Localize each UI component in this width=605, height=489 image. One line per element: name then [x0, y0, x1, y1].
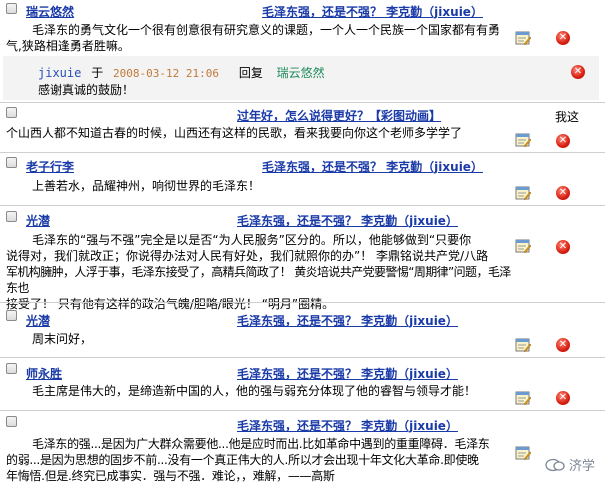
select-checkbox[interactable] [6, 3, 17, 14]
delete-icon[interactable]: ✕ [571, 65, 585, 79]
comment-line: 年悔悟.但是.终究已成事实．强与不强．难论，，难解，——高斯 [6, 469, 335, 483]
comment-line: 毛泽东的强...是因为广大群众需要他...他是应时而出.比如革命中遇到的重重障碍… [32, 437, 490, 451]
comment-line: 上善若水，品耀神州，响彻世界的毛泽东！ [32, 179, 261, 193]
comment-author[interactable]: 瑞云悠然 [26, 3, 74, 20]
divider [0, 410, 605, 411]
comment-line: 周末问好， [32, 332, 93, 346]
comment-line: 说得对，我们就改正；你说得办法对人民有好处，我们就照你的办”！ 李鼎铭说共产党/… [6, 249, 489, 263]
delete-icon[interactable]: ✕ [556, 186, 570, 200]
edit-icon[interactable] [515, 185, 531, 201]
comment-body: 个山西人都不知道古春的时候，山西还有这样的民歌，看来我要向你这个老师多学学了 [6, 125, 506, 141]
comment-body: 周末问好， [32, 331, 502, 347]
comment-author[interactable]: 师永胜 [26, 365, 62, 382]
reply-action: 回复 [238, 66, 263, 80]
delete-icon[interactable]: ✕ [556, 134, 570, 148]
select-checkbox[interactable] [6, 416, 17, 427]
edit-icon[interactable] [515, 390, 531, 406]
comment-line: 的弱...是因为思想的固步不前...没有一个真正伟大的人.所以才会出现十年文化大… [6, 453, 479, 467]
reply-text: 感谢真诚的鼓励！ [38, 83, 135, 97]
delete-icon[interactable]: ✕ [556, 391, 570, 405]
article-title-link[interactable]: 毛泽东强，还是不强？ 李克勤（jixuie） [237, 365, 458, 382]
divider [0, 102, 605, 103]
delete-icon[interactable]: ✕ [556, 240, 570, 254]
reply-date: 2008-03-12 21:06 [113, 67, 219, 80]
article-title-link[interactable]: 毛泽东强，还是不强？ 李克勤（jixuie） [237, 312, 458, 329]
select-checkbox[interactable] [6, 363, 17, 374]
edit-icon[interactable] [515, 337, 531, 353]
edit-icon[interactable] [515, 445, 531, 461]
comment-body: 毛泽东的强...是因为广大群众需要他...他是应时而出.比如革命中遇到的重重障碍… [6, 436, 511, 484]
divider [0, 357, 605, 358]
article-title-link[interactable]: 过年好，怎么说得更好？【彩图动画】 [237, 107, 441, 124]
select-checkbox[interactable] [6, 211, 17, 222]
comment-author[interactable]: 光潜 [26, 312, 50, 329]
chat-icon [545, 458, 565, 472]
edit-icon[interactable] [515, 132, 531, 148]
comment-author[interactable]: 光潜 [26, 212, 50, 229]
comment-line: 个山西人都不知道古春的时候，山西还有这样的民歌，看来我要向你这个老师多学学了 [6, 126, 463, 140]
comment-body: 毛泽东的“强与不强”完全是以是否“为人民服务”区分的。所以，他能够做到“只要你 … [6, 232, 511, 312]
comment-author[interactable]: 老子行李 [26, 158, 74, 175]
edit-icon[interactable] [515, 238, 531, 254]
article-title-link[interactable]: 毛泽东强，还是不强？ 李克勤（jixuie） [237, 212, 458, 229]
article-title-link[interactable]: 毛泽东强，还是不强？ 李克勤（jixuie） [237, 417, 458, 434]
comment-line: 军机构臃肿，人浮于事，毛泽东接受了，高精兵简政了！ 黄炎培说共产党要警惕“周期律… [6, 265, 511, 295]
delete-icon[interactable]: ✕ [556, 338, 570, 352]
article-title-link[interactable]: 毛泽东强，还是不强？ 李克勤（jixuie） [262, 3, 483, 20]
comment-line: 接受了！ 只有他有这样的政治气魄/胆略/眼光！ “明月”圈精。 [6, 297, 335, 311]
reply-to[interactable]: 瑞云悠然 [277, 66, 325, 80]
comment-body: 毛泽东的勇气文化一个很有创意很有研究意义的课题，一个人一个民族一个国家都有有勇 … [6, 22, 506, 54]
select-checkbox[interactable] [6, 107, 17, 118]
comment-line: 毛主席是伟大的，是缔造新中国的人，他的强与弱充分体现了他的睿智与领导才能！ [32, 384, 477, 398]
comment-body: 毛主席是伟大的，是缔造新中国的人，他的强与弱充分体现了他的睿智与领导才能！ [32, 383, 512, 399]
comment-extra: 我这 [555, 110, 580, 124]
reply-author[interactable]: jixuie [38, 66, 81, 80]
divider [0, 152, 605, 153]
comment-line: 气,狭路相逢勇者胜嘛。 [6, 39, 130, 53]
comment-line: 毛泽东的勇气文化一个很有创意很有研究意义的课题，一个人一个民族一个国家都有有勇 [32, 23, 501, 37]
edit-icon[interactable] [515, 30, 531, 46]
divider [0, 302, 605, 303]
select-checkbox[interactable] [6, 157, 17, 168]
delete-icon[interactable]: ✕ [556, 31, 570, 45]
article-title-link[interactable]: 毛泽东强，还是不强？ 李克勤（jixuie） [262, 158, 483, 175]
comment-body: 上善若水，品耀神州，响彻世界的毛泽东！ [32, 178, 502, 194]
reply-header: jixuie 于 2008-03-12 21:06 回复 瑞云悠然 [38, 64, 325, 81]
select-checkbox[interactable] [6, 310, 17, 321]
comment-line: 毛泽东的“强与不强”完全是以是否“为人民服务”区分的。所以，他能够做到“只要你 [32, 233, 472, 247]
watermark: 济学 [545, 455, 595, 474]
reply-yu: 于 [91, 66, 104, 80]
watermark-text: 济学 [568, 459, 595, 474]
divider [0, 205, 605, 206]
